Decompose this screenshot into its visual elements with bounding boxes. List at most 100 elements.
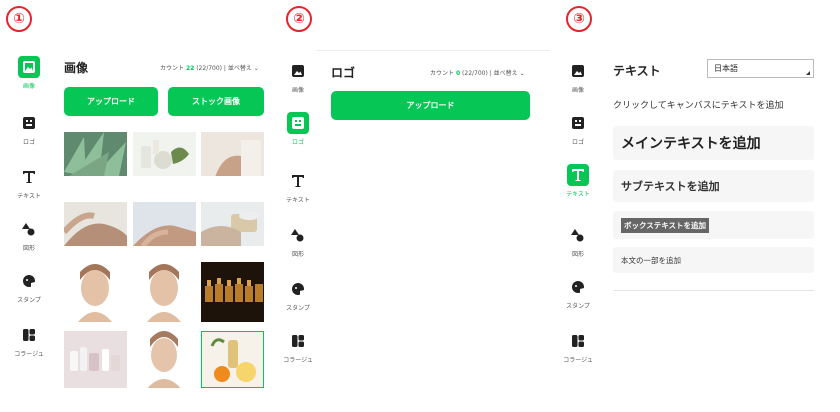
sidebar-item-label: コラージュ	[283, 357, 313, 364]
sidebar-item-image[interactable]: 画像	[563, 60, 593, 94]
sidebar-item-text[interactable]: テキスト	[283, 170, 313, 204]
add-main-text[interactable]: メインテキストを追加	[613, 126, 814, 160]
panel-logo: ② 画像 ロゴ テキスト 図形 スタンプ コラージュ ロゴ カウント 0 (22…	[280, 0, 550, 412]
sidebar-item-stamp[interactable]: スタンプ	[563, 276, 593, 310]
sidebar-item-shape[interactable]: 図形	[283, 224, 313, 258]
sidebar-item-shape[interactable]: 図形	[14, 218, 44, 252]
sidebar-item-logo[interactable]: ロゴ	[283, 112, 313, 146]
logo-icon	[292, 117, 304, 129]
counter-count: 22	[185, 65, 195, 72]
image-counter: カウント 22 (22/700) | 並べ替え ⌄	[160, 63, 259, 72]
image-thumbnail[interactable]	[133, 132, 196, 176]
logo-icon	[572, 117, 584, 129]
sidebar-item-label: スタンプ	[17, 297, 41, 304]
panel-title: テキスト	[613, 64, 661, 78]
sub-text-label: サブテキストを追加	[621, 180, 720, 193]
shape-icon	[22, 223, 35, 236]
stamp-icon	[572, 281, 584, 293]
image-thumbnail[interactable]	[201, 262, 264, 322]
image-icon	[292, 65, 304, 77]
image-thumbnail[interactable]	[201, 331, 264, 388]
image-thumbnail[interactable]	[133, 202, 196, 246]
sidebar-item-label: スタンプ	[566, 303, 590, 310]
image-thumbnail[interactable]	[64, 202, 127, 246]
panel-text: ③ 画像 ロゴ テキスト 図形 スタンプ コラージュ テキスト 日本語 クリック…	[550, 0, 840, 412]
sidebar-item-label: テキスト	[17, 193, 41, 200]
divider	[613, 290, 814, 291]
add-box-text[interactable]: ボックステキストを追加	[613, 211, 814, 239]
image-thumbnail[interactable]	[64, 132, 127, 176]
logo-icon	[23, 117, 35, 129]
panel-image: ① 画像 ロゴ テキスト 図形 スタンプ コラージュ 画像 カウント 22 (2…	[0, 0, 280, 412]
text-icon	[23, 171, 35, 183]
sidebar-item-image[interactable]: 画像	[283, 60, 313, 94]
stock-images-button[interactable]: ストック画像	[168, 87, 264, 116]
sidebar-item-label: 図形	[571, 251, 584, 258]
counter-prefix: カウント	[160, 65, 185, 72]
chevron-down-icon: ⌄	[253, 65, 259, 72]
sidebar-item-label: 図形	[291, 251, 304, 258]
box-text-label: ボックステキストを追加	[621, 217, 710, 233]
sidebar-item-label: 画像	[571, 87, 584, 94]
image-icon	[572, 65, 584, 77]
sidebar-item-label: スタンプ	[286, 305, 310, 312]
sidebar-item-shape[interactable]: 図形	[563, 224, 593, 258]
sidebar-item-collage[interactable]: コラージュ	[14, 324, 44, 358]
step-badge-1: ①	[6, 6, 32, 32]
image-thumbnail[interactable]	[64, 331, 127, 388]
language-select[interactable]: 日本語	[707, 59, 814, 78]
sidebar-item-label: テキスト	[566, 191, 590, 198]
stamp-icon	[23, 275, 35, 287]
counter-prefix: カウント	[430, 70, 455, 77]
language-value: 日本語	[714, 64, 738, 73]
image-icon	[23, 61, 35, 73]
image-thumbnail[interactable]	[201, 132, 264, 176]
step-badge-2: ②	[286, 6, 312, 32]
image-thumbnail[interactable]	[201, 202, 264, 246]
add-body-text[interactable]: 本文の一部を追加	[613, 247, 814, 273]
chevron-down-icon: ⌄	[519, 70, 525, 77]
body-text-label: 本文の一部を追加	[621, 255, 681, 265]
sidebar-item-stamp[interactable]: スタンプ	[14, 270, 44, 304]
sidebar-item-label: ロゴ	[291, 139, 304, 146]
sidebar-item-logo[interactable]: ロゴ	[14, 112, 44, 146]
shape-icon	[291, 229, 304, 242]
upload-button[interactable]: アップロード	[331, 91, 530, 120]
sort-link[interactable]: (22/700) | 並べ替え	[462, 70, 518, 77]
panel-title: ロゴ	[331, 66, 356, 80]
sidebar-item-label: テキスト	[286, 197, 310, 204]
panel-title: 画像	[64, 61, 89, 75]
dropdown-arrow-icon	[806, 71, 810, 75]
step-badge-3: ③	[566, 6, 592, 32]
sidebar-item-label: ロゴ	[22, 139, 35, 146]
text-hint: クリックしてキャンバスにテキストを追加	[613, 101, 784, 111]
sidebar-item-stamp[interactable]: スタンプ	[283, 278, 313, 312]
counter-count: 0	[455, 70, 461, 77]
collage-icon	[23, 329, 35, 341]
sidebar-item-label: コラージュ	[563, 357, 593, 364]
add-sub-text[interactable]: サブテキストを追加	[613, 170, 814, 202]
text-icon	[292, 175, 304, 187]
sidebar-item-label: 画像	[291, 87, 304, 94]
sidebar-item-text[interactable]: テキスト	[14, 166, 44, 200]
sidebar-item-label: 図形	[22, 245, 35, 252]
sidebar-item-label: コラージュ	[14, 351, 44, 358]
image-thumbnail[interactable]	[133, 331, 196, 388]
upload-button[interactable]: アップロード	[64, 87, 158, 116]
sidebar-item-image[interactable]: 画像	[14, 56, 44, 90]
sidebar-item-collage[interactable]: コラージュ	[563, 330, 593, 364]
collage-icon	[572, 335, 584, 347]
sidebar-item-label: 画像	[22, 83, 35, 90]
collage-icon	[292, 335, 304, 347]
image-thumbnail[interactable]	[133, 262, 196, 322]
shape-icon	[571, 229, 584, 242]
sidebar-item-collage[interactable]: コラージュ	[283, 330, 313, 364]
main-text-label: メインテキストを追加	[621, 136, 761, 152]
image-thumbnail[interactable]	[64, 262, 127, 322]
text-icon	[572, 169, 584, 181]
sort-link[interactable]: (22/700) | 並べ替え	[196, 65, 252, 72]
logo-counter: カウント 0 (22/700) | 並べ替え ⌄	[430, 68, 525, 77]
sidebar-item-label: ロゴ	[571, 139, 584, 146]
sidebar-item-text[interactable]: テキスト	[563, 164, 593, 198]
sidebar-item-logo[interactable]: ロゴ	[563, 112, 593, 146]
